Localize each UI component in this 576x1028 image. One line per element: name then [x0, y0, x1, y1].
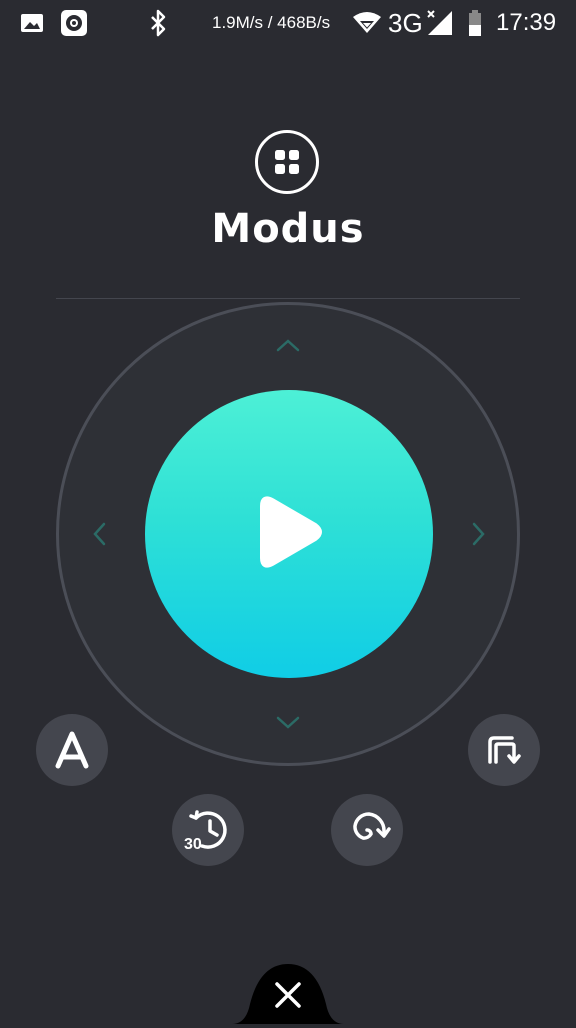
image-icon	[20, 0, 44, 46]
chevron-right-icon[interactable]	[464, 520, 492, 548]
chevron-up-icon[interactable]	[274, 332, 302, 360]
spiral-mode-button[interactable]	[331, 794, 403, 866]
timer-30-icon: 30	[184, 810, 227, 853]
close-button[interactable]	[232, 964, 344, 1024]
auto-mode-icon	[55, 731, 89, 769]
play-icon	[260, 496, 322, 568]
divider	[56, 298, 520, 299]
chevron-left-icon[interactable]	[86, 520, 114, 548]
auto-mode-button[interactable]	[36, 714, 108, 786]
grid-icon	[275, 150, 299, 174]
clock: 17:39	[496, 9, 557, 36]
bluetooth-icon	[148, 0, 168, 46]
page-title: Modus	[211, 206, 365, 252]
edge-mode-button[interactable]	[468, 714, 540, 786]
mode-menu-button[interactable]	[255, 130, 319, 194]
spiral-mode-icon	[353, 812, 391, 840]
wifi-icon	[352, 0, 382, 46]
status-bar: 1.9M/s / 468B/s 3G 17:39	[0, 0, 576, 46]
signal-icon	[426, 0, 454, 46]
music-icon	[60, 0, 88, 46]
timer-label: 30	[184, 836, 202, 853]
battery-icon	[468, 0, 482, 46]
corner-mode-icon	[488, 736, 521, 764]
chevron-down-icon[interactable]	[274, 708, 302, 736]
network-speed: 1.9M/s / 468B/s	[212, 13, 331, 32]
timer-30-button[interactable]: 30	[172, 794, 244, 866]
play-button[interactable]	[145, 390, 433, 678]
network-type: 3G	[388, 7, 423, 38]
